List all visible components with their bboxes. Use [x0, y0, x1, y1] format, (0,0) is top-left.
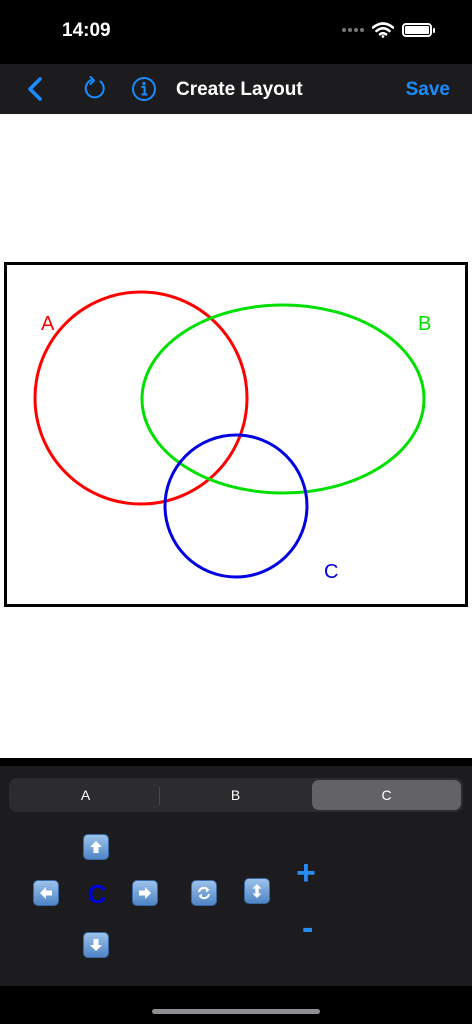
control-panel: A B C [0, 766, 472, 986]
enlarge-button[interactable]: + [296, 856, 316, 890]
segment-divider [159, 787, 160, 805]
nav-bar: Create Layout Save [0, 64, 472, 114]
arrow-up-icon [90, 841, 102, 853]
arrow-left-icon [40, 887, 52, 899]
set-c-label: C [324, 561, 338, 583]
segment-c[interactable]: C [312, 780, 461, 810]
segment-b[interactable]: B [161, 780, 310, 810]
page-title: Create Layout [176, 79, 303, 100]
move-down-button[interactable] [83, 932, 109, 958]
venn-diagram[interactable]: A B C [4, 262, 468, 607]
refresh-icon [84, 76, 105, 99]
status-icons [342, 22, 435, 38]
home-indicator [152, 1009, 320, 1014]
resize-vertical-button[interactable] [244, 878, 270, 904]
move-right-button[interactable] [132, 880, 158, 906]
set-a-label: A [41, 313, 55, 335]
move-up-button[interactable] [83, 834, 109, 860]
refresh-button[interactable] [80, 64, 110, 114]
segment-a[interactable]: A [11, 780, 160, 810]
set-selector: A B C [9, 778, 463, 812]
battery-icon [402, 23, 435, 37]
status-time: 14:09 [62, 20, 111, 41]
wifi-icon [372, 22, 394, 38]
back-chevron-icon [28, 77, 42, 101]
back-button[interactable] [20, 64, 50, 114]
arrow-right-icon [139, 887, 151, 899]
move-left-button[interactable] [33, 880, 59, 906]
shrink-button[interactable]: - [302, 911, 313, 945]
rotate-icon [198, 886, 210, 900]
save-button[interactable]: Save [406, 79, 450, 101]
arrow-down-icon [90, 939, 102, 951]
info-icon [132, 77, 156, 101]
set-b-label: B [418, 313, 431, 335]
vertical-resize-icon [252, 884, 262, 898]
status-bar: 14:09 [0, 0, 472, 64]
selected-set-label: C [87, 879, 107, 909]
rotate-button[interactable] [191, 880, 217, 906]
info-button[interactable] [129, 64, 159, 114]
signal-icon [342, 28, 364, 32]
